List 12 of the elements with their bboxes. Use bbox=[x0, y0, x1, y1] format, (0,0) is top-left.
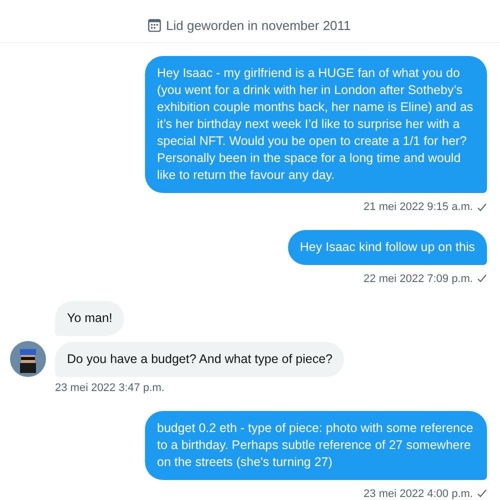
timestamp: 22 mei 2022 7:09 p.m. bbox=[364, 272, 473, 286]
message-bubble: Do you have a budget? And what type of piece? bbox=[55, 342, 344, 377]
message-bubble: Hey Isaac - my girlfriend is a HUGE fan of what you do (you went for a drink with her in London after Sotheby’s exhibition couple months back, her name is Eline) and as it’s her birthday next week I’d like to surprise her with a special NFT. Would you be open to create a 1/1 for her? Personally been in the space for a long time and would like to return the favour any day. bbox=[145, 56, 487, 193]
timestamp: 23 mei 2022 4:00 p.m. bbox=[364, 486, 473, 500]
join-date: Lid geworden in november 2011 bbox=[166, 16, 351, 35]
avatar[interactable] bbox=[10, 341, 46, 377]
calendar-icon bbox=[148, 19, 161, 32]
message-bubble: budget 0.2 eth - type of piece: photo with some reference to a birthday. Perhaps subtle reference of 27 somewhere on the streets (she's turning 27) bbox=[145, 410, 487, 480]
message-bubble: Hey Isaac kind follow up on this bbox=[288, 230, 487, 264]
message-bubble: Yo man! bbox=[55, 301, 124, 336]
timestamp: 23 mei 2022 3:47 p.m. bbox=[55, 381, 164, 396]
timestamp: 21 mei 2022 9:15 a.m. bbox=[364, 200, 473, 215]
